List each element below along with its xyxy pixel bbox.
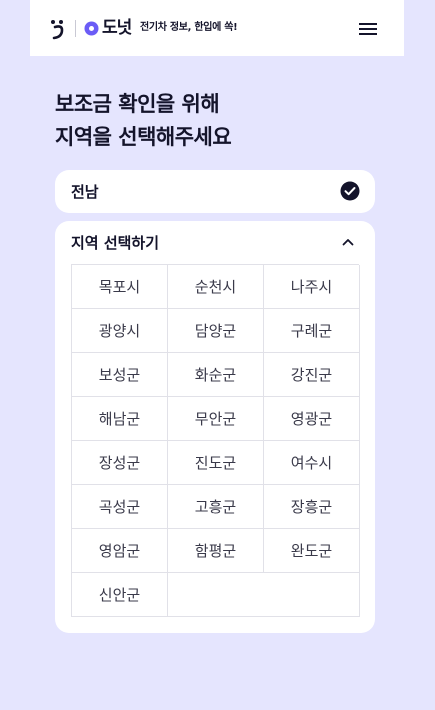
region-option[interactable]: 구례군 bbox=[264, 309, 360, 353]
hamburger-menu-icon bbox=[359, 23, 377, 25]
region-option[interactable]: 진도군 bbox=[168, 441, 264, 485]
company-logo-icon[interactable] bbox=[48, 18, 68, 40]
page-title-line2: 지역을 선택해주세요 bbox=[55, 125, 232, 149]
province-selector[interactable]: 전남 bbox=[55, 170, 375, 213]
region-option[interactable]: 화순군 bbox=[168, 353, 264, 397]
region-option[interactable]: 광양시 bbox=[72, 309, 168, 353]
hamburger-menu-icon-bar bbox=[359, 28, 377, 30]
region-option[interactable]: 신안군 bbox=[72, 573, 168, 617]
region-option[interactable]: 장성군 bbox=[72, 441, 168, 485]
region-option[interactable]: 곡성군 bbox=[72, 485, 168, 529]
region-option[interactable]: 해남군 bbox=[72, 397, 168, 441]
region-option[interactable]: 여수시 bbox=[264, 441, 360, 485]
brand-name[interactable]: 도넛 bbox=[102, 18, 132, 38]
region-option[interactable]: 영암군 bbox=[72, 529, 168, 573]
region-grid: 목포시 순천시 나주시광양시 담양군 구례군보성군 화순군 강진군해남군 무안군 영광군장성군 진… bbox=[71, 264, 360, 617]
region-option[interactable]: 순천시 bbox=[168, 265, 264, 309]
selected-province-label: 전남 bbox=[71, 183, 99, 201]
region-option[interactable]: 완도군 bbox=[264, 529, 360, 573]
region-grid-empty-cell bbox=[168, 573, 360, 617]
region-option[interactable]: 장흥군 bbox=[264, 485, 360, 529]
region-select-toggle[interactable]: 지역 선택하기 bbox=[55, 221, 375, 261]
region-option[interactable]: 보성군 bbox=[72, 353, 168, 397]
hamburger-menu-icon-bar bbox=[359, 33, 377, 35]
page-title-line1: 보조금 확인을 위해 bbox=[55, 92, 220, 116]
check-circle-icon bbox=[340, 181, 360, 201]
region-option[interactable]: 강진군 bbox=[264, 353, 360, 397]
region-option[interactable]: 무안군 bbox=[168, 397, 264, 441]
region-select-title: 지역 선택하기 bbox=[71, 234, 160, 252]
chevron-up-icon bbox=[342, 239, 354, 246]
region-select-panel: 지역 선택하기 목포시 순천시 나주시광양시 담양군 구례군보성군 화순군 강진군해남군 무안… bbox=[55, 221, 375, 633]
region-option[interactable]: 담양군 bbox=[168, 309, 264, 353]
region-option[interactable]: 함평군 bbox=[168, 529, 264, 573]
region-option[interactable]: 고흥군 bbox=[168, 485, 264, 529]
app-header: 도넛 전기차 정보, 한입에 쏙! bbox=[30, 0, 404, 56]
menu-button[interactable] bbox=[356, 19, 380, 39]
donut-logo-icon bbox=[84, 21, 99, 36]
header-divider bbox=[75, 20, 76, 37]
region-option[interactable]: 나주시 bbox=[264, 265, 360, 309]
brand-slogan: 전기차 정보, 한입에 쏙! bbox=[140, 22, 238, 33]
page-title: 보조금 확인을 위해 지역을 선택해주세요 bbox=[55, 88, 385, 154]
region-option[interactable]: 목포시 bbox=[72, 265, 168, 309]
region-option[interactable]: 영광군 bbox=[264, 397, 360, 441]
